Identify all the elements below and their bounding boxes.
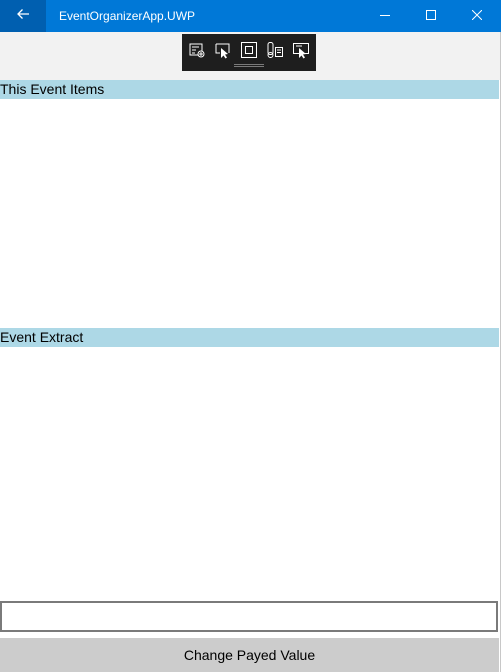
maximize-icon <box>426 7 436 25</box>
track-focus-icon[interactable] <box>265 40 285 60</box>
event-items-header: This Event Items <box>0 80 499 99</box>
window-title: EventOrganizerApp.UWP <box>59 9 196 23</box>
preview-selection-icon[interactable] <box>291 40 311 60</box>
title-bar: EventOrganizerApp.UWP <box>0 0 501 32</box>
back-button[interactable] <box>0 0 46 32</box>
event-extract-header: Event Extract <box>0 328 499 347</box>
minimize-icon <box>380 7 390 25</box>
back-arrow-icon <box>16 7 30 25</box>
toolbar-grip[interactable] <box>234 64 264 67</box>
debug-toolbar <box>182 34 316 71</box>
app-window: EventOrganizerApp.UWP This Event Items E… <box>0 0 501 672</box>
maximize-button[interactable] <box>408 0 454 32</box>
select-element-icon[interactable] <box>213 40 233 60</box>
payed-value-input[interactable] <box>0 601 498 632</box>
close-icon <box>471 7 483 25</box>
minimize-button[interactable] <box>362 0 408 32</box>
display-layout-adorners-icon[interactable] <box>239 40 259 60</box>
change-payed-value-button[interactable]: Change Payed Value <box>0 638 499 672</box>
live-visual-tree-icon[interactable] <box>187 40 207 60</box>
event-extract-list[interactable] <box>0 347 499 601</box>
event-items-list[interactable] <box>0 99 499 328</box>
close-button[interactable] <box>454 0 500 32</box>
